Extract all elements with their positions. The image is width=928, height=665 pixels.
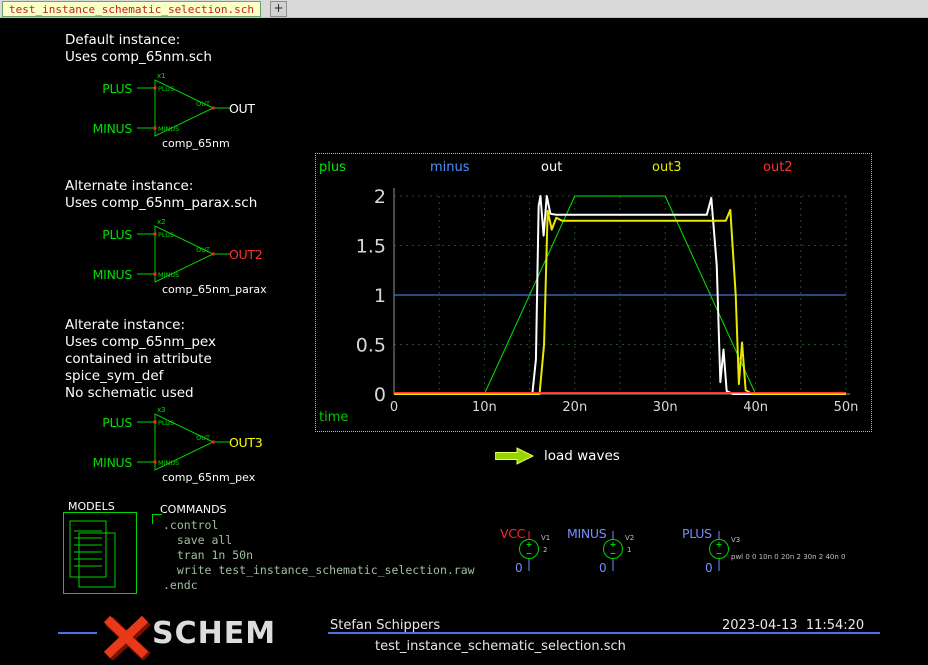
load-waves-label: load waves <box>544 448 620 464</box>
title-block-line <box>58 632 97 634</box>
pin-square <box>212 253 215 256</box>
note-line: Alterate instance: <box>65 317 216 334</box>
waveform-graph[interactable]: plusminusoutout3out2 00.511.52010n20n30n… <box>315 153 872 432</box>
graph-x-axis-label: time <box>319 410 348 425</box>
pin-name-out: OUT <box>196 434 210 442</box>
author-name: Stefan Schippers <box>330 618 440 633</box>
comparator-symbol[interactable]: x1 PLUS MINUS OUT <box>135 70 235 146</box>
comparator-instance-x1[interactable]: PLUS MINUS x1 PLUS MINUS OUT OUT comp_65… <box>90 70 300 162</box>
net-label-plus[interactable]: PLUS <box>102 81 132 96</box>
comparator-instance-x2[interactable]: PLUS MINUS x2 PLUS MINUS OUT OUT2 comp_6… <box>90 216 300 308</box>
trace-out3 <box>394 210 846 394</box>
tab-current-file[interactable]: test_instance_schematic_selection.sch <box>2 1 261 17</box>
note-default-instance: Default instance: Uses comp_65nm.sch <box>65 32 212 66</box>
note-pex-instance: Alterate instance: Uses comp_65nm_pex co… <box>65 317 216 402</box>
spice-commands-text[interactable]: .control save all tran 1n 50n write test… <box>163 518 475 593</box>
vsource-v3[interactable]: PLUS V3 pwl 0 0 10n 0 20n 2 30n 2 40n 0 … <box>681 523 891 578</box>
note-line: Uses comp_65nm_parax.sch <box>65 195 257 212</box>
note-line: Uses comp_65nm_pex <box>65 334 216 351</box>
graph-y-tick: 2 <box>374 186 386 208</box>
note-line: Alternate instance: <box>65 178 257 195</box>
note-alternate-instance: Alternate instance: Uses comp_65nm_parax… <box>65 178 257 212</box>
graph-x-tick: 50n <box>834 400 859 415</box>
instance-designator: x3 <box>157 406 166 414</box>
schematic-filename: test_instance_schematic_selection.sch <box>375 639 626 654</box>
source-name: V2 <box>625 534 634 542</box>
net-label-out3[interactable]: OUT3 <box>229 435 262 450</box>
net-label-ground[interactable]: 0 <box>599 561 607 575</box>
pin-name-plus: PLUS <box>158 231 174 239</box>
note-line: Uses comp_65nm.sch <box>65 49 212 66</box>
pin-square <box>154 127 157 130</box>
pin-name-out: OUT <box>196 100 210 108</box>
instance-model-name: comp_65nm_parax <box>162 283 267 296</box>
pin-name-minus: MINUS <box>158 125 179 133</box>
graph-y-tick: 0 <box>374 384 386 406</box>
note-line: No schematic used <box>65 385 216 402</box>
comparator-symbol[interactable]: x2 PLUS MINUS OUT <box>135 216 235 292</box>
net-label-minus[interactable]: MINUS <box>93 121 132 136</box>
source-name: V1 <box>541 534 550 542</box>
models-box[interactable] <box>63 512 137 594</box>
graph-x-tick: 20n <box>562 400 587 415</box>
pin-name-plus: PLUS <box>158 85 174 93</box>
xschem-logo-text: SCHEM <box>152 616 276 651</box>
pin-square <box>154 233 157 236</box>
pin-square <box>154 87 157 90</box>
graph-x-tick: 30n <box>653 400 678 415</box>
pin-square <box>154 421 157 424</box>
tab-bar: test_instance_schematic_selection.sch + <box>0 0 928 18</box>
source-value: pwl 0 0 10n 0 20n 2 30n 2 40n 0 <box>731 553 845 561</box>
pin-name-minus: MINUS <box>158 271 179 279</box>
graph-plot-area: 0 0.5 1 1.5 2 0 10n 20n 30n 40n 50n <box>316 154 873 433</box>
graph-x-tick: 40n <box>743 400 768 415</box>
instance-designator: x2 <box>157 218 166 226</box>
graph-y-tick: 1.5 <box>356 236 386 258</box>
net-label-out2[interactable]: OUT2 <box>229 247 262 262</box>
note-line: spice_sym_def <box>65 368 216 385</box>
pin-name-minus: MINUS <box>158 459 179 467</box>
net-label-ground[interactable]: 0 <box>515 561 523 575</box>
document-stack-icon <box>64 513 136 593</box>
source-value: 2 <box>543 546 547 554</box>
instance-designator: x1 <box>157 72 166 80</box>
pin-square <box>212 441 215 444</box>
commands-title: COMMANDS <box>160 503 227 516</box>
net-label-minus[interactable]: MINUS <box>93 455 132 470</box>
pin-square <box>212 107 215 110</box>
net-label-minus[interactable]: MINUS <box>93 267 132 282</box>
graph-y-tick: 0.5 <box>356 335 386 357</box>
comparator-symbol[interactable]: x3 PLUS MINUS OUT <box>135 404 235 480</box>
timestamp: 2023-04-13 11:54:20 <box>722 618 864 633</box>
instance-model-name: comp_65nm <box>162 137 230 150</box>
source-value: 1 <box>627 546 631 554</box>
pin-name-plus: PLUS <box>158 419 174 427</box>
net-label-plus[interactable]: PLUS <box>102 415 132 430</box>
load-waves-arrow-icon <box>495 447 535 465</box>
comparator-instance-x3[interactable]: PLUS MINUS x3 PLUS MINUS OUT OUT3 comp_6… <box>90 404 300 496</box>
pin-square <box>154 273 157 276</box>
graph-x-tick: 0 <box>390 400 398 415</box>
note-line: contained in attribute <box>65 351 216 368</box>
instance-model-name: comp_65nm_pex <box>162 471 255 484</box>
load-waves-launcher[interactable]: load waves <box>495 447 655 467</box>
tab-label: test_instance_schematic_selection.sch <box>9 3 254 16</box>
xschem-logo-x-icon <box>100 614 152 660</box>
net-label-out[interactable]: OUT <box>229 101 255 116</box>
commands-bracket-icon <box>152 514 162 524</box>
graph-y-tick: 1 <box>374 285 386 307</box>
schematic-canvas[interactable]: Default instance: Uses comp_65nm.sch Alt… <box>0 18 928 665</box>
net-label-plus[interactable]: PLUS <box>102 227 132 242</box>
pin-square <box>154 461 157 464</box>
net-label-ground[interactable]: 0 <box>705 561 713 575</box>
new-tab-button[interactable]: + <box>270 1 287 17</box>
pin-name-out: OUT <box>196 246 210 254</box>
source-name: V3 <box>731 536 740 544</box>
graph-x-tick: 10n <box>472 400 497 415</box>
note-line: Default instance: <box>65 32 212 49</box>
